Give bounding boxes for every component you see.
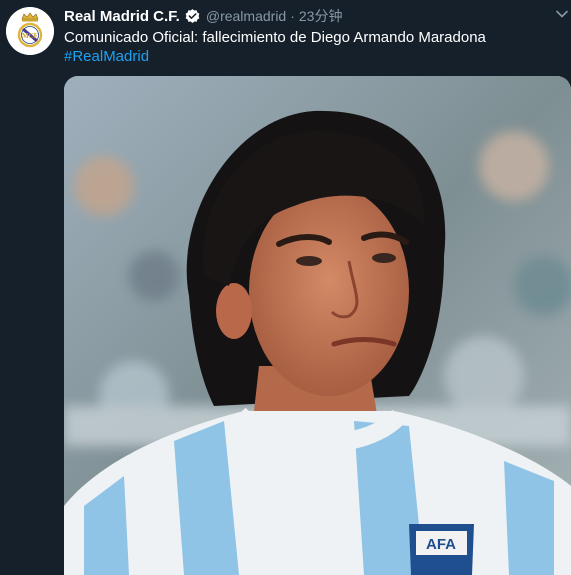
handle[interactable]: @realmadrid	[206, 8, 286, 24]
maradona-photo: AFA	[64, 76, 571, 575]
tweet[interactable]: MCF Real Madrid C.F. @realmadrid · 23分钟 …	[0, 0, 571, 575]
chevron-down-icon[interactable]	[555, 7, 569, 21]
timestamp[interactable]: 23分钟	[299, 6, 343, 26]
svg-text:AFA: AFA	[426, 536, 456, 553]
hashtag-link[interactable]: #RealMadrid	[64, 47, 149, 66]
svg-text:MCF: MCF	[22, 32, 38, 40]
real-madrid-crest-icon: MCF	[6, 7, 54, 55]
verified-badge-icon	[184, 8, 201, 25]
afa-badge: AFA	[409, 524, 474, 575]
tweet-header: Real Madrid C.F. @realmadrid · 23分钟	[64, 6, 342, 26]
tweet-text: Comunicado Oficial: fallecimiento de Die…	[64, 29, 486, 46]
display-name[interactable]: Real Madrid C.F.	[64, 8, 180, 25]
avatar[interactable]: MCF	[6, 7, 54, 55]
separator-dot: ·	[290, 8, 295, 24]
tweet-photo[interactable]: AFA	[64, 76, 571, 575]
